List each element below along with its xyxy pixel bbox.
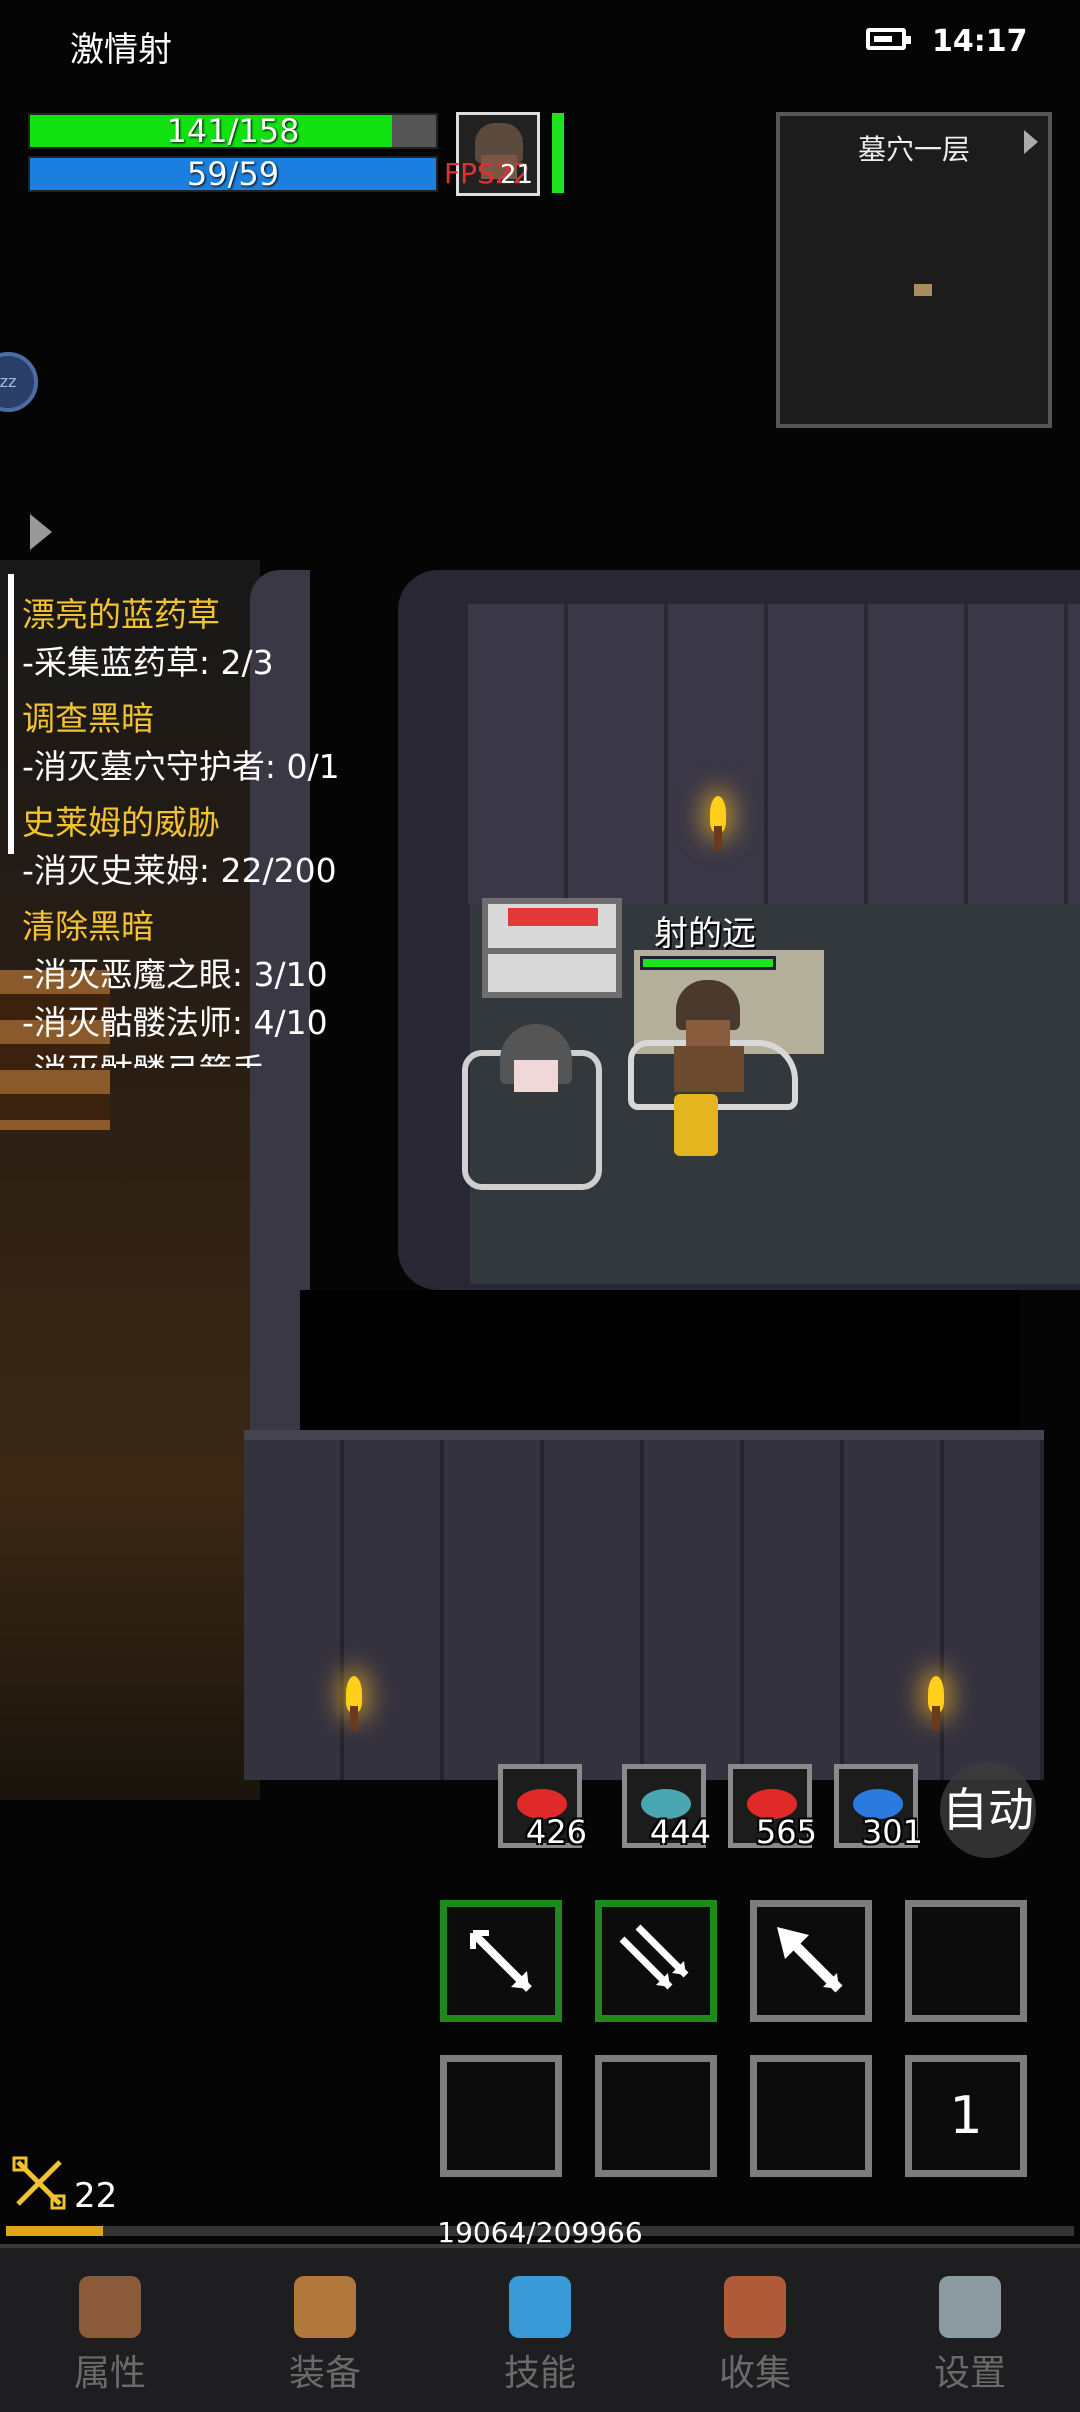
consumable-count: 426 (525, 1813, 587, 1851)
quest-objective: -消灭墓穴守护者: 0/1 (22, 747, 340, 786)
minimap[interactable]: 墓穴一层 (776, 112, 1052, 428)
mp-bar: 59/59 (28, 156, 438, 192)
consumable-slot[interactable]: 565 (728, 1764, 817, 1851)
consumable-count: 301 (861, 1813, 923, 1851)
quest-title[interactable]: 清除黑暗 (22, 900, 154, 948)
minimap-expand-icon[interactable] (1024, 130, 1038, 154)
torch-icon (710, 796, 726, 850)
quest-objective: -采集蓝药草: 2/3 (22, 643, 274, 682)
battery-icon (866, 28, 911, 50)
skill-slot-7[interactable] (750, 2055, 872, 2177)
skill-page-button[interactable]: 1 (905, 2055, 1027, 2177)
player-name: 射的远 (654, 914, 756, 954)
game-screen[interactable]: 激情射 14:17 射的远 141/158 59/59 FPS22 21 墓穴一… (0, 0, 1080, 2412)
minimap-player-marker (914, 284, 932, 296)
torch-icon (928, 1676, 944, 1730)
arrow-skill-icon (470, 1930, 532, 1992)
consumable-slot[interactable]: 301 (834, 1764, 923, 1851)
quest-log[interactable]: 漂亮的蓝药草 -采集蓝药草: 2/3 调查黑暗 -消灭墓穴守护者: 0/1 史莱… (0, 574, 420, 1068)
bag-icon (294, 2276, 356, 2338)
quest-title[interactable]: 调查黑暗 (22, 692, 154, 740)
consumable-count: 565 (755, 1813, 817, 1851)
potion-icon (674, 1094, 718, 1156)
quest-objective: -消灭恶魔之眼: 3/10 (22, 955, 328, 994)
hp-bar: 141/158 (28, 113, 438, 149)
double-arrow-skill-icon (619, 1924, 689, 1990)
skill-slot-5[interactable] (440, 2055, 562, 2177)
skill-slot-6[interactable] (595, 2055, 717, 2177)
helmet-icon (79, 2276, 141, 2338)
torch-icon (346, 1676, 362, 1730)
quest-objective: -消灭骷髅法师: 4/10 (22, 1003, 328, 1042)
app-title: 激情射 (70, 30, 172, 70)
auto-button[interactable]: 自动 (940, 1762, 1036, 1858)
player-face (686, 1020, 730, 1048)
player-level: 22 (74, 2176, 118, 2216)
skill-slot-1[interactable] (440, 1900, 562, 2022)
consumable-count: 444 (649, 1813, 711, 1851)
nav-attributes[interactable]: 属性 (30, 2276, 190, 2396)
skill-slot-3[interactable] (750, 1900, 872, 2022)
skill-slot-4[interactable] (905, 1900, 1027, 2022)
lower-wall (244, 1440, 1044, 1780)
nav-label: 属性 (73, 2353, 146, 2394)
book-icon (724, 2276, 786, 2338)
player-character[interactable] (666, 980, 762, 1092)
quest-title[interactable]: 漂亮的蓝药草 (22, 588, 220, 636)
treasure-chest[interactable] (482, 898, 622, 998)
quest-objective: -消灭史莱姆: 22/200 (22, 851, 337, 890)
hp-text: 141/158 (166, 112, 300, 150)
bottom-nav: 属性 装备 技能 收集 设置 (0, 2244, 1080, 2412)
npc-character[interactable] (500, 1024, 572, 1114)
player-body (674, 1046, 744, 1092)
nav-label: 技能 (503, 2353, 576, 2394)
player-hp-bar (640, 956, 776, 970)
npc-face (514, 1060, 558, 1092)
nav-collection[interactable]: 收集 (675, 2276, 835, 2396)
room-void (300, 1290, 1020, 1440)
nav-skills[interactable]: 技能 (460, 2276, 620, 2396)
clock: 14:17 (932, 24, 1028, 59)
consumable-slot[interactable]: 444 (622, 1764, 711, 1851)
nav-label: 装备 (288, 2353, 361, 2394)
quest-title[interactable]: 史莱姆的威胁 (22, 796, 220, 844)
minimap-title: 墓穴一层 (857, 133, 970, 166)
nav-label: 收集 (718, 2353, 791, 2394)
room-back-wall (468, 604, 1080, 904)
nav-label: 设置 (933, 2353, 1006, 2394)
stamina-bar (552, 113, 564, 193)
consumable-slot[interactable]: 426 (498, 1764, 587, 1851)
crystal-icon (509, 2276, 571, 2338)
quest-divider (8, 574, 14, 854)
piercing-arrow-skill-icon (777, 1927, 843, 1993)
mp-text: 59/59 (186, 155, 280, 193)
gear-icon (939, 2276, 1001, 2338)
nav-settings[interactable]: 设置 (890, 2276, 1050, 2396)
crossed-arrows-icon (12, 2156, 66, 2210)
portrait-level: 21 (500, 160, 534, 190)
quest-collapse-icon[interactable] (30, 514, 52, 550)
sleep-icon[interactable]: zz (0, 352, 38, 412)
quest-objective: -消灭骷髅弓箭手 (22, 1044, 265, 1068)
skill-page-number: 1 (949, 2086, 983, 2146)
skill-slot-2[interactable] (595, 1900, 717, 2022)
nav-equipment[interactable]: 装备 (245, 2276, 405, 2396)
